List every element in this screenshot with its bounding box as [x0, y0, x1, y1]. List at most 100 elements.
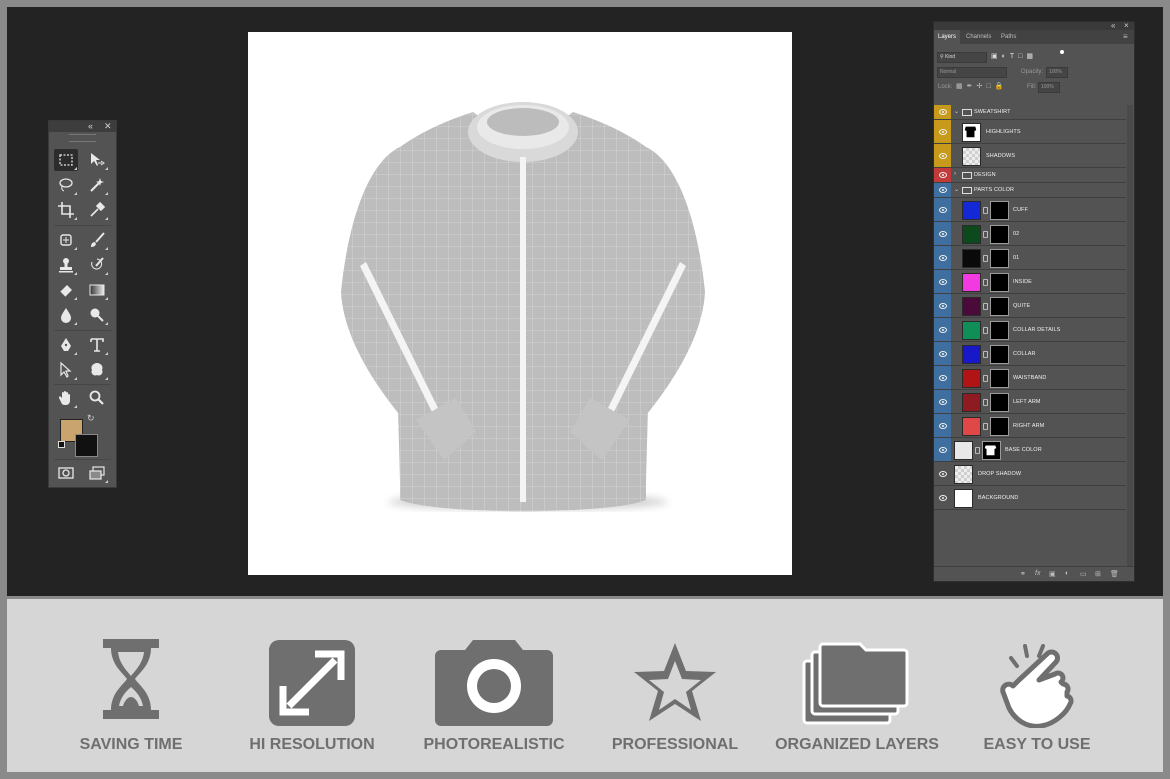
link-layers-icon[interactable]: ⚭ — [1020, 570, 1026, 578]
layer-row-highlights[interactable]: HIGHLIGHTS — [934, 120, 1126, 144]
mask-link-icon[interactable] — [983, 399, 988, 406]
layer-visibility-toggle[interactable] — [934, 120, 951, 143]
tab-paths[interactable]: Paths — [997, 30, 1020, 44]
layer-row-cuff[interactable]: CUFF — [934, 198, 1126, 222]
layer-visibility-toggle[interactable] — [934, 105, 951, 119]
layer-visibility-toggle[interactable] — [934, 246, 951, 269]
crop-tool-icon[interactable] — [54, 199, 78, 221]
layer-row-inside[interactable]: INSIDE — [934, 270, 1126, 294]
layer-thumbnail[interactable] — [962, 147, 981, 166]
collapse-icon[interactable]: « — [1111, 21, 1115, 30]
layer-thumbnail[interactable] — [962, 417, 981, 436]
filter-type-icons[interactable]: ▣◐T□▦ — [991, 52, 1037, 60]
layer-row-design[interactable]: › DESIGN — [934, 168, 1126, 183]
pen-tool-icon[interactable] — [54, 334, 78, 356]
type-tool-icon[interactable] — [85, 334, 109, 356]
document-canvas[interactable] — [248, 32, 792, 575]
collapse-icon[interactable]: « — [88, 121, 93, 132]
history-brush-tool-icon[interactable] — [85, 254, 109, 276]
layer-thumbnail[interactable] — [954, 465, 973, 484]
layer-visibility-toggle[interactable] — [934, 270, 951, 293]
layer-row-right-arm[interactable]: RIGHT ARM — [934, 414, 1126, 438]
layer-thumbnail[interactable] — [962, 273, 981, 292]
layer-row-base-color[interactable]: BASE COLOR — [934, 438, 1126, 462]
layer-visibility-toggle[interactable] — [934, 342, 951, 365]
layer-thumbnail[interactable] — [962, 201, 981, 220]
layer-thumbnail[interactable] — [962, 369, 981, 388]
mask-link-icon[interactable] — [983, 207, 988, 214]
mask-link-icon[interactable] — [983, 303, 988, 310]
layer-visibility-toggle[interactable] — [934, 168, 951, 182]
screen-mode-icon[interactable] — [85, 462, 109, 484]
custom-shape-tool-icon[interactable] — [85, 359, 109, 381]
layer-row-quite[interactable]: QUITE — [934, 294, 1126, 318]
lock-icons[interactable]: ▦✒✢□🔒 — [956, 82, 1007, 90]
layer-row-collar[interactable]: COLLAR — [934, 342, 1126, 366]
layer-thumbnail[interactable] — [962, 123, 981, 142]
opacity-input[interactable]: 100% — [1046, 67, 1068, 78]
blend-mode-select[interactable]: Normal — [937, 67, 1007, 78]
chevron-icon[interactable]: ⌄ — [954, 108, 959, 115]
tools-panel-header[interactable]: « ✕ — [49, 121, 116, 132]
adjustment-layer-icon[interactable]: ◐ — [1065, 570, 1069, 577]
layer-mask-thumbnail[interactable] — [990, 393, 1009, 412]
close-icon[interactable]: ✕ — [104, 121, 112, 132]
layer-row-02[interactable]: 02 — [934, 222, 1126, 246]
layer-row-01[interactable]: 01 — [934, 246, 1126, 270]
layer-visibility-toggle[interactable] — [934, 318, 951, 341]
layer-row-shadows[interactable]: SHADOWS — [934, 144, 1126, 168]
new-group-icon[interactable]: ▭ — [1080, 570, 1087, 578]
layer-mask-thumbnail[interactable] — [982, 441, 1001, 460]
filter-toggle-icon[interactable] — [1060, 50, 1064, 54]
clone-stamp-tool-icon[interactable] — [54, 254, 78, 276]
layer-visibility-toggle[interactable] — [934, 198, 951, 221]
magic-wand-tool-icon[interactable] — [85, 174, 109, 196]
swap-colors-icon[interactable]: ↻ — [87, 413, 95, 424]
dodge-tool-icon[interactable] — [85, 304, 109, 326]
gradient-tool-icon[interactable] — [85, 279, 109, 301]
layer-thumbnail[interactable] — [954, 489, 973, 508]
layer-thumbnail[interactable] — [962, 249, 981, 268]
chevron-icon[interactable]: ⌄ — [954, 186, 959, 193]
mask-link-icon[interactable] — [983, 423, 988, 430]
layer-thumbnail[interactable] — [954, 441, 973, 460]
layer-visibility-toggle[interactable] — [934, 294, 951, 317]
layer-mask-thumbnail[interactable] — [990, 273, 1009, 292]
background-color-swatch[interactable] — [75, 434, 98, 457]
lasso-tool-icon[interactable] — [54, 174, 78, 196]
spot-healing-tool-icon[interactable] — [54, 229, 78, 251]
layer-visibility-toggle[interactable] — [934, 366, 951, 389]
rectangular-marquee-tool-icon[interactable] — [54, 149, 78, 171]
tab-layers[interactable]: Layers — [934, 30, 961, 44]
close-icon[interactable]: × — [1124, 21, 1129, 30]
layer-visibility-toggle[interactable] — [934, 414, 951, 437]
chevron-icon[interactable]: › — [954, 171, 956, 177]
layer-visibility-toggle[interactable] — [934, 462, 951, 485]
layers-panel-header[interactable]: « × — [934, 21, 1134, 30]
tab-channels[interactable]: Channels — [962, 30, 995, 44]
add-mask-icon[interactable]: ▣ — [1049, 570, 1056, 578]
fx-icon[interactable]: fx — [1035, 570, 1040, 577]
layer-row-sweatshirt[interactable]: ⌄ SWEATSHIRT — [934, 105, 1126, 120]
layer-row-background[interactable]: BACKGROUND — [934, 486, 1126, 510]
layer-row-collar-details[interactable]: COLLAR DETAILS — [934, 318, 1126, 342]
layer-visibility-toggle[interactable] — [934, 144, 951, 167]
hand-tool-icon[interactable] — [54, 387, 78, 409]
mask-link-icon[interactable] — [983, 327, 988, 334]
panel-grip[interactable] — [69, 134, 96, 142]
filter-kind-select[interactable]: ⚲ Kind — [937, 52, 987, 63]
layer-mask-thumbnail[interactable] — [990, 249, 1009, 268]
blur-tool-icon[interactable] — [54, 304, 78, 326]
fill-input[interactable]: 100% — [1038, 82, 1060, 93]
layer-mask-thumbnail[interactable] — [990, 369, 1009, 388]
mask-link-icon[interactable] — [983, 231, 988, 238]
layer-visibility-toggle[interactable] — [934, 183, 951, 197]
default-colors-icon[interactable] — [58, 441, 65, 448]
eyedropper-tool-icon[interactable] — [85, 199, 109, 221]
layer-mask-thumbnail[interactable] — [990, 297, 1009, 316]
zoom-tool-icon[interactable] — [85, 387, 109, 409]
eraser-tool-icon[interactable] — [54, 279, 78, 301]
layer-mask-thumbnail[interactable] — [990, 345, 1009, 364]
layer-mask-thumbnail[interactable] — [990, 321, 1009, 340]
panel-menu-icon[interactable]: ≡ — [1123, 32, 1128, 41]
